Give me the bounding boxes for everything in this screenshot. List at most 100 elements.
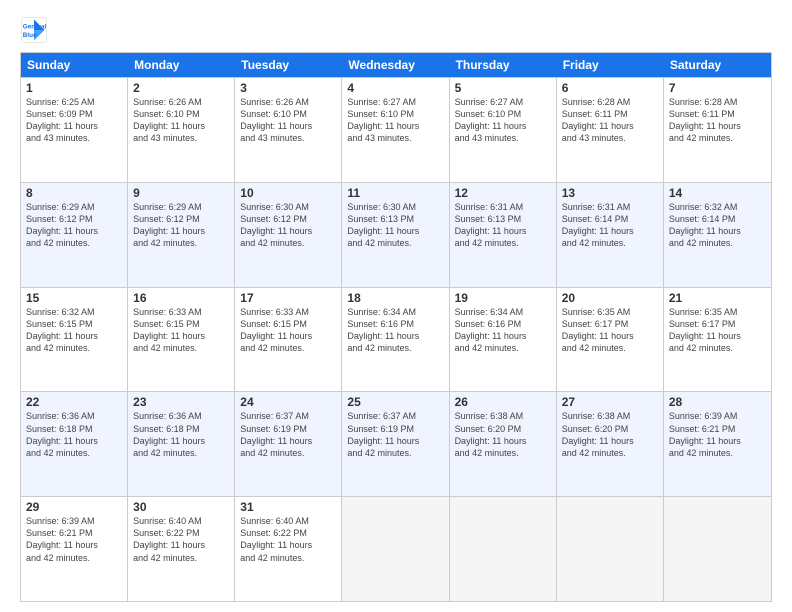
calendar-cell: 12Sunrise: 6:31 AM Sunset: 6:13 PM Dayli… bbox=[450, 183, 557, 287]
calendar-row: 22Sunrise: 6:36 AM Sunset: 6:18 PM Dayli… bbox=[21, 391, 771, 496]
day-number: 14 bbox=[669, 186, 766, 200]
calendar-header-cell: Sunday bbox=[21, 53, 128, 77]
day-number: 13 bbox=[562, 186, 658, 200]
calendar-cell: 6Sunrise: 6:28 AM Sunset: 6:11 PM Daylig… bbox=[557, 78, 664, 182]
calendar-cell: 20Sunrise: 6:35 AM Sunset: 6:17 PM Dayli… bbox=[557, 288, 664, 392]
day-number: 28 bbox=[669, 395, 766, 409]
day-info: Sunrise: 6:27 AM Sunset: 6:10 PM Dayligh… bbox=[455, 96, 551, 145]
day-info: Sunrise: 6:32 AM Sunset: 6:14 PM Dayligh… bbox=[669, 201, 766, 250]
day-info: Sunrise: 6:34 AM Sunset: 6:16 PM Dayligh… bbox=[347, 306, 443, 355]
calendar-cell: 31Sunrise: 6:40 AM Sunset: 6:22 PM Dayli… bbox=[235, 497, 342, 601]
day-info: Sunrise: 6:35 AM Sunset: 6:17 PM Dayligh… bbox=[562, 306, 658, 355]
logo: General Blue bbox=[20, 16, 50, 44]
calendar-cell bbox=[664, 497, 771, 601]
day-info: Sunrise: 6:38 AM Sunset: 6:20 PM Dayligh… bbox=[562, 410, 658, 459]
day-info: Sunrise: 6:40 AM Sunset: 6:22 PM Dayligh… bbox=[240, 515, 336, 564]
calendar-cell: 15Sunrise: 6:32 AM Sunset: 6:15 PM Dayli… bbox=[21, 288, 128, 392]
day-number: 12 bbox=[455, 186, 551, 200]
calendar-cell: 25Sunrise: 6:37 AM Sunset: 6:19 PM Dayli… bbox=[342, 392, 449, 496]
day-info: Sunrise: 6:39 AM Sunset: 6:21 PM Dayligh… bbox=[669, 410, 766, 459]
day-info: Sunrise: 6:36 AM Sunset: 6:18 PM Dayligh… bbox=[133, 410, 229, 459]
day-number: 29 bbox=[26, 500, 122, 514]
day-info: Sunrise: 6:37 AM Sunset: 6:19 PM Dayligh… bbox=[240, 410, 336, 459]
day-number: 18 bbox=[347, 291, 443, 305]
day-info: Sunrise: 6:36 AM Sunset: 6:18 PM Dayligh… bbox=[26, 410, 122, 459]
calendar-row: 8Sunrise: 6:29 AM Sunset: 6:12 PM Daylig… bbox=[21, 182, 771, 287]
day-number: 25 bbox=[347, 395, 443, 409]
calendar-cell: 22Sunrise: 6:36 AM Sunset: 6:18 PM Dayli… bbox=[21, 392, 128, 496]
calendar-header-cell: Thursday bbox=[450, 53, 557, 77]
day-info: Sunrise: 6:30 AM Sunset: 6:13 PM Dayligh… bbox=[347, 201, 443, 250]
calendar-header-cell: Monday bbox=[128, 53, 235, 77]
calendar: SundayMondayTuesdayWednesdayThursdayFrid… bbox=[20, 52, 772, 602]
svg-text:General: General bbox=[23, 24, 47, 31]
calendar-cell: 19Sunrise: 6:34 AM Sunset: 6:16 PM Dayli… bbox=[450, 288, 557, 392]
calendar-cell: 21Sunrise: 6:35 AM Sunset: 6:17 PM Dayli… bbox=[664, 288, 771, 392]
calendar-body: 1Sunrise: 6:25 AM Sunset: 6:09 PM Daylig… bbox=[21, 77, 771, 601]
day-number: 22 bbox=[26, 395, 122, 409]
day-info: Sunrise: 6:34 AM Sunset: 6:16 PM Dayligh… bbox=[455, 306, 551, 355]
calendar-cell: 29Sunrise: 6:39 AM Sunset: 6:21 PM Dayli… bbox=[21, 497, 128, 601]
day-info: Sunrise: 6:28 AM Sunset: 6:11 PM Dayligh… bbox=[562, 96, 658, 145]
calendar-row: 1Sunrise: 6:25 AM Sunset: 6:09 PM Daylig… bbox=[21, 77, 771, 182]
day-number: 11 bbox=[347, 186, 443, 200]
day-info: Sunrise: 6:27 AM Sunset: 6:10 PM Dayligh… bbox=[347, 96, 443, 145]
day-number: 19 bbox=[455, 291, 551, 305]
day-info: Sunrise: 6:26 AM Sunset: 6:10 PM Dayligh… bbox=[240, 96, 336, 145]
day-info: Sunrise: 6:35 AM Sunset: 6:17 PM Dayligh… bbox=[669, 306, 766, 355]
page: General Blue SundayMondayTuesdayWednesda… bbox=[0, 0, 792, 612]
calendar-header-cell: Friday bbox=[557, 53, 664, 77]
day-info: Sunrise: 6:37 AM Sunset: 6:19 PM Dayligh… bbox=[347, 410, 443, 459]
day-info: Sunrise: 6:31 AM Sunset: 6:14 PM Dayligh… bbox=[562, 201, 658, 250]
header: General Blue bbox=[20, 16, 772, 44]
calendar-cell: 13Sunrise: 6:31 AM Sunset: 6:14 PM Dayli… bbox=[557, 183, 664, 287]
calendar-cell: 30Sunrise: 6:40 AM Sunset: 6:22 PM Dayli… bbox=[128, 497, 235, 601]
calendar-cell: 7Sunrise: 6:28 AM Sunset: 6:11 PM Daylig… bbox=[664, 78, 771, 182]
calendar-cell: 10Sunrise: 6:30 AM Sunset: 6:12 PM Dayli… bbox=[235, 183, 342, 287]
day-info: Sunrise: 6:33 AM Sunset: 6:15 PM Dayligh… bbox=[133, 306, 229, 355]
day-info: Sunrise: 6:38 AM Sunset: 6:20 PM Dayligh… bbox=[455, 410, 551, 459]
calendar-cell: 17Sunrise: 6:33 AM Sunset: 6:15 PM Dayli… bbox=[235, 288, 342, 392]
day-number: 2 bbox=[133, 81, 229, 95]
day-number: 30 bbox=[133, 500, 229, 514]
calendar-cell: 23Sunrise: 6:36 AM Sunset: 6:18 PM Dayli… bbox=[128, 392, 235, 496]
day-number: 15 bbox=[26, 291, 122, 305]
calendar-cell bbox=[450, 497, 557, 601]
day-number: 20 bbox=[562, 291, 658, 305]
calendar-header-row: SundayMondayTuesdayWednesdayThursdayFrid… bbox=[21, 53, 771, 77]
day-number: 7 bbox=[669, 81, 766, 95]
calendar-cell: 2Sunrise: 6:26 AM Sunset: 6:10 PM Daylig… bbox=[128, 78, 235, 182]
calendar-header-cell: Tuesday bbox=[235, 53, 342, 77]
calendar-row: 15Sunrise: 6:32 AM Sunset: 6:15 PM Dayli… bbox=[21, 287, 771, 392]
day-number: 31 bbox=[240, 500, 336, 514]
calendar-header-cell: Wednesday bbox=[342, 53, 449, 77]
calendar-row: 29Sunrise: 6:39 AM Sunset: 6:21 PM Dayli… bbox=[21, 496, 771, 601]
day-info: Sunrise: 6:29 AM Sunset: 6:12 PM Dayligh… bbox=[26, 201, 122, 250]
calendar-cell: 9Sunrise: 6:29 AM Sunset: 6:12 PM Daylig… bbox=[128, 183, 235, 287]
day-number: 8 bbox=[26, 186, 122, 200]
calendar-cell: 26Sunrise: 6:38 AM Sunset: 6:20 PM Dayli… bbox=[450, 392, 557, 496]
calendar-cell bbox=[557, 497, 664, 601]
calendar-cell: 3Sunrise: 6:26 AM Sunset: 6:10 PM Daylig… bbox=[235, 78, 342, 182]
calendar-cell bbox=[342, 497, 449, 601]
day-info: Sunrise: 6:28 AM Sunset: 6:11 PM Dayligh… bbox=[669, 96, 766, 145]
calendar-cell: 27Sunrise: 6:38 AM Sunset: 6:20 PM Dayli… bbox=[557, 392, 664, 496]
calendar-header-cell: Saturday bbox=[664, 53, 771, 77]
day-info: Sunrise: 6:25 AM Sunset: 6:09 PM Dayligh… bbox=[26, 96, 122, 145]
day-number: 3 bbox=[240, 81, 336, 95]
day-number: 5 bbox=[455, 81, 551, 95]
day-number: 6 bbox=[562, 81, 658, 95]
calendar-cell: 16Sunrise: 6:33 AM Sunset: 6:15 PM Dayli… bbox=[128, 288, 235, 392]
svg-text:Blue: Blue bbox=[23, 32, 37, 39]
day-number: 21 bbox=[669, 291, 766, 305]
calendar-cell: 11Sunrise: 6:30 AM Sunset: 6:13 PM Dayli… bbox=[342, 183, 449, 287]
day-number: 16 bbox=[133, 291, 229, 305]
calendar-cell: 1Sunrise: 6:25 AM Sunset: 6:09 PM Daylig… bbox=[21, 78, 128, 182]
day-number: 4 bbox=[347, 81, 443, 95]
day-info: Sunrise: 6:39 AM Sunset: 6:21 PM Dayligh… bbox=[26, 515, 122, 564]
day-number: 27 bbox=[562, 395, 658, 409]
day-number: 10 bbox=[240, 186, 336, 200]
day-number: 23 bbox=[133, 395, 229, 409]
calendar-cell: 28Sunrise: 6:39 AM Sunset: 6:21 PM Dayli… bbox=[664, 392, 771, 496]
calendar-cell: 14Sunrise: 6:32 AM Sunset: 6:14 PM Dayli… bbox=[664, 183, 771, 287]
